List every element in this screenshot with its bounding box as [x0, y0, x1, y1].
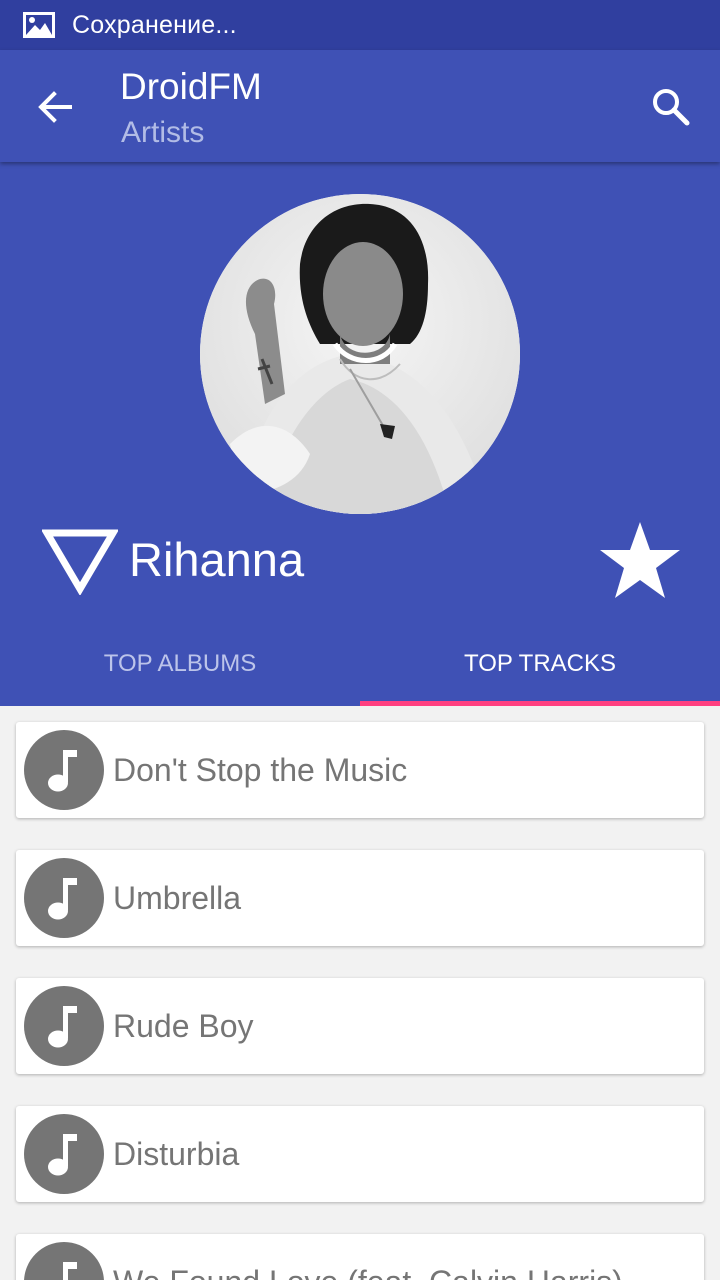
star-icon[interactable] — [598, 520, 682, 600]
track-title: Rude Boy — [113, 1007, 254, 1044]
status-text: Сохранение... — [72, 10, 237, 39]
track-item[interactable]: Don't Stop the Music — [16, 722, 704, 818]
artist-header: Rihanna TOP ALBUMS TOP TRACKS — [0, 162, 720, 706]
arrow-back-icon[interactable] — [30, 82, 80, 132]
track-item[interactable]: Rude Boy — [16, 978, 704, 1074]
track-list: Don't Stop the Music Umbrella Rude Boy D… — [0, 706, 720, 1280]
tab-label: TOP ALBUMS — [103, 650, 257, 677]
track-title: Disturbia — [113, 1135, 240, 1172]
music-note-icon — [24, 858, 104, 938]
track-item[interactable]: Disturbia — [16, 1106, 704, 1202]
track-item[interactable]: We Found Love (feat. Calvin Harris) — [16, 1234, 704, 1280]
track-title: We Found Love (feat. Calvin Harris) — [113, 1264, 623, 1280]
tab-top-tracks[interactable]: TOP TRACKS — [360, 622, 720, 706]
music-note-icon — [24, 730, 104, 810]
music-note-icon — [24, 1242, 104, 1280]
screen: Сохранение... DroidFM Artists Rihanna TO… — [0, 0, 720, 1280]
search-icon[interactable] — [648, 84, 694, 130]
track-title: Don't Stop the Music — [113, 751, 408, 788]
app-subtitle: Artists — [121, 116, 205, 149]
app-title: DroidFM — [120, 66, 262, 107]
artist-photo — [200, 194, 520, 514]
music-note-icon — [24, 986, 104, 1066]
tab-bar: TOP ALBUMS TOP TRACKS — [0, 622, 720, 706]
image-icon — [23, 12, 55, 38]
status-bar: Сохранение... — [0, 0, 720, 50]
track-item[interactable]: Umbrella — [16, 850, 704, 946]
music-note-icon — [24, 1114, 104, 1194]
triangle-down-icon[interactable] — [42, 527, 118, 595]
app-bar: DroidFM Artists — [0, 50, 720, 162]
tab-label: TOP TRACKS — [463, 650, 617, 677]
artist-photo-image — [200, 194, 520, 514]
tab-top-albums[interactable]: TOP ALBUMS — [0, 622, 360, 706]
artist-name: Rihanna — [129, 533, 305, 586]
track-title: Umbrella — [113, 879, 242, 916]
